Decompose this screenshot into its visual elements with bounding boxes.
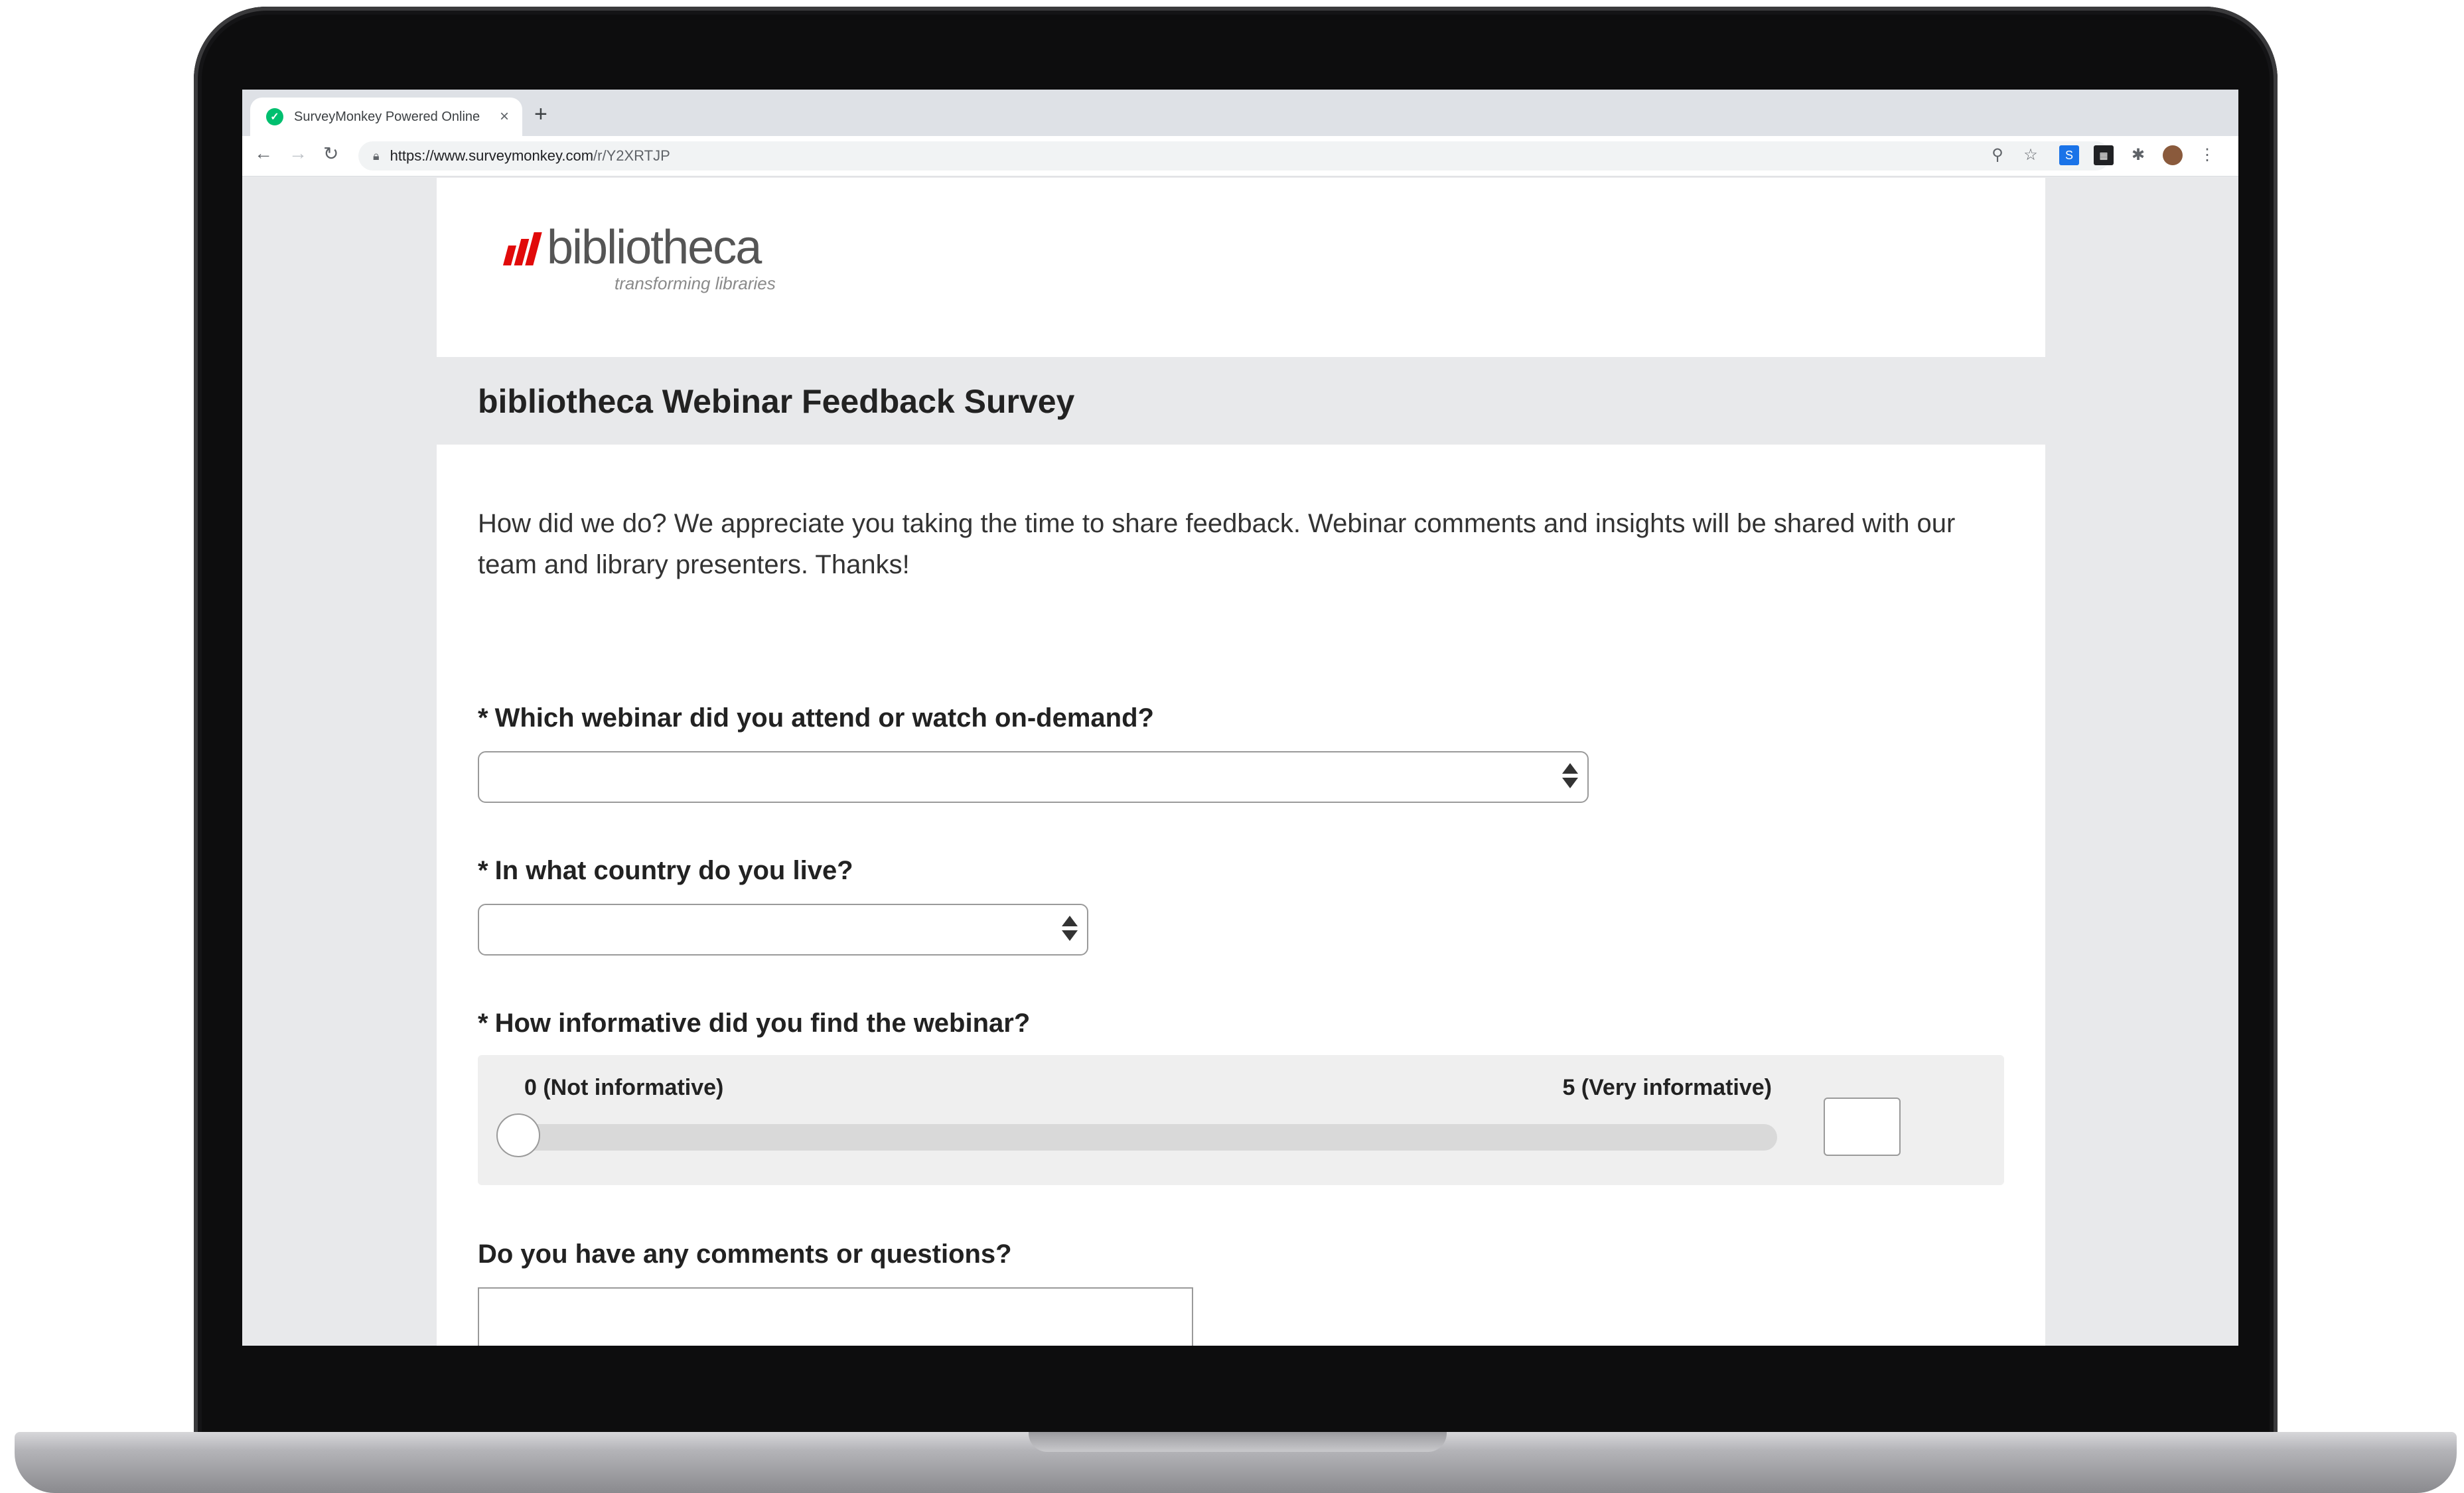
comments-textarea[interactable] — [478, 1287, 1193, 1346]
logo-wordmark: bibliotheca — [547, 221, 762, 274]
slider-track[interactable] — [504, 1124, 1777, 1151]
extensions-puzzle-icon[interactable]: ✱ — [2128, 145, 2148, 165]
browser-tab[interactable]: ✓ SurveyMonkey Powered Online × — [250, 98, 522, 136]
question-informative: * How informative did you find the webina… — [478, 1009, 1030, 1038]
address-bar[interactable]: 🔒︎ https://www.surveymonkey.com/r/Y2XRTJ… — [358, 141, 2110, 171]
question-webinar: * Which webinar did you attend or watch o… — [478, 703, 1154, 733]
survey-intro: How did we do? We appreciate you taking … — [478, 509, 1956, 579]
survey-title-bar: bibliotheca Webinar Feedback Survey — [437, 357, 2045, 445]
webinar-select[interactable] — [478, 751, 1589, 803]
back-icon[interactable]: ← — [254, 143, 273, 164]
lock-icon: 🔒︎ — [373, 149, 380, 163]
question-country: * In what country do you live? — [478, 856, 853, 886]
profile-avatar[interactable] — [2163, 145, 2183, 165]
tab-title: SurveyMonkey Powered Online — [294, 109, 480, 124]
surveymonkey-favicon-icon: ✓ — [266, 108, 283, 125]
required-marker: * — [478, 703, 488, 733]
question-label: Which webinar did you attend or watch on… — [494, 703, 1154, 733]
close-tab-icon[interactable]: × — [500, 107, 509, 126]
tab-bar: ✓ SurveyMonkey Powered Online × + — [242, 90, 2238, 136]
slider-value-input[interactable] — [1824, 1098, 1901, 1156]
url-host: https://www.surveymonkey.com — [390, 147, 594, 164]
survey-title: bibliotheca Webinar Feedback Survey — [478, 383, 1075, 420]
select-arrows-icon — [1562, 763, 1578, 790]
survey-page: bibliotheca transforming libraries bibli… — [437, 178, 2045, 1346]
logo-tagline: transforming libraries — [615, 273, 776, 293]
logo-bars-icon — [502, 232, 543, 265]
laptop-notch — [1029, 1432, 1447, 1452]
select-arrows-icon — [1062, 916, 1078, 942]
url-text: https://www.surveymonkey.com/r/Y2XRTJP — [390, 147, 670, 165]
country-select[interactable] — [478, 904, 1088, 956]
question-comments: Do you have any comments or questions? — [478, 1240, 1012, 1269]
url-path: /r/Y2XRTJP — [593, 147, 670, 164]
slider-min-label: 0 (Not informative) — [524, 1075, 724, 1100]
browser-toolbar: ← → ↻ 🔒︎ https://www.surveymonkey.com/r/… — [242, 136, 2238, 177]
question-label: How informative did you find the webinar… — [494, 1009, 1031, 1038]
zoom-icon[interactable]: ⚲ — [1988, 145, 2007, 165]
required-marker: * — [478, 856, 488, 885]
question-label: In what country do you live? — [494, 856, 853, 885]
reload-icon[interactable]: ↻ — [323, 143, 338, 165]
forward-icon[interactable]: → — [289, 143, 307, 164]
required-marker: * — [478, 1009, 488, 1038]
slider-max-label: 5 (Very informative) — [1562, 1075, 1772, 1100]
slider-thumb[interactable] — [496, 1113, 540, 1157]
new-tab-button[interactable]: + — [534, 102, 547, 127]
extension-grid-icon[interactable]: ▦ — [2094, 145, 2114, 165]
extension-s-icon[interactable]: S — [2059, 145, 2079, 165]
browser-window: ✓ SurveyMonkey Powered Online × + ← → ↻ … — [242, 90, 2238, 1346]
bookmark-star-icon[interactable]: ☆ — [2021, 145, 2041, 165]
browser-menu-icon[interactable]: ⋮ — [2197, 145, 2217, 165]
question-label: Do you have any comments or questions? — [478, 1240, 1012, 1269]
rating-slider-box: 0 (Not informative) 5 (Very informative) — [478, 1055, 2004, 1185]
